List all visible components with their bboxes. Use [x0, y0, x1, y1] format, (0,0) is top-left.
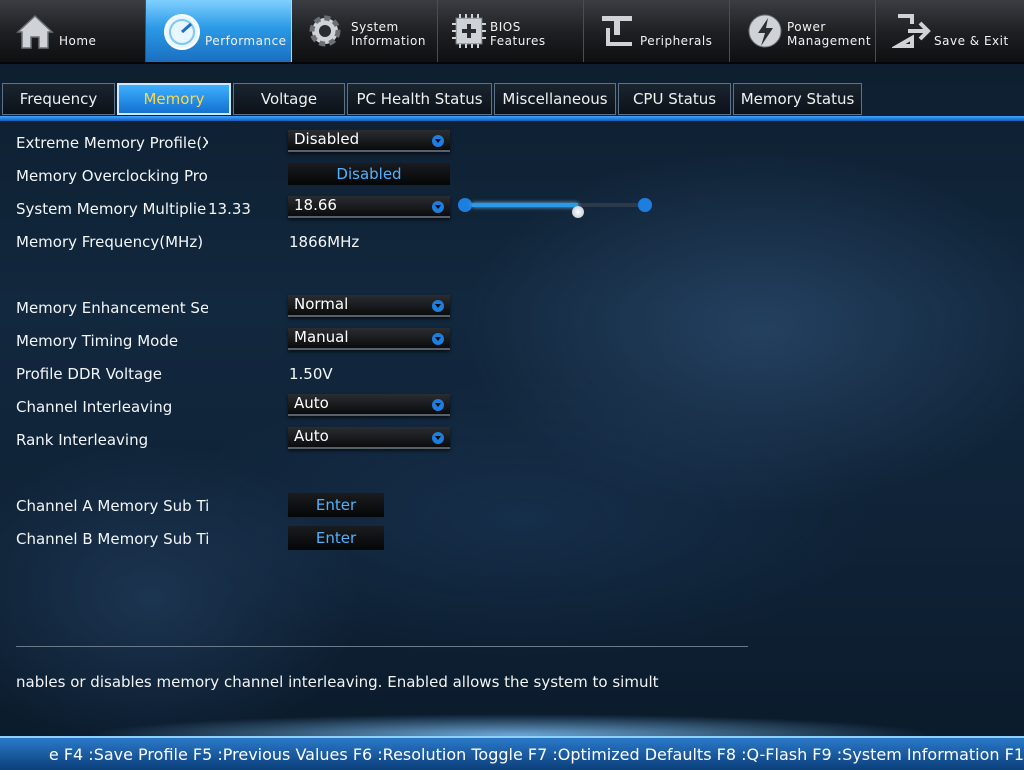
- chevron-down-icon: [432, 300, 444, 312]
- dropdown-value: Disabled: [294, 130, 360, 148]
- nav-bios-features[interactable]: BIOS Features: [438, 0, 584, 62]
- slider-track: [472, 203, 638, 218]
- setting-channel-interleaving: Channel Interleaving Auto: [0, 394, 760, 420]
- tab-voltage[interactable]: Voltage: [233, 83, 345, 115]
- dropdown-value: 18.66: [294, 196, 337, 214]
- nav-system-information-label: System Information: [351, 20, 426, 48]
- channel-b-enter-button[interactable]: Enter: [288, 526, 384, 550]
- setting-label: Memory Enhancement Se: [16, 299, 208, 317]
- power-icon: [748, 14, 782, 48]
- multiplier-dropdown[interactable]: 18.66: [288, 196, 450, 218]
- setting-channel-b: Channel B Memory Sub Ti Enter: [0, 526, 760, 552]
- gear-icon: [309, 15, 341, 47]
- tab-pc-health-status[interactable]: PC Health Status: [347, 83, 492, 115]
- setting-channel-a: Channel A Memory Sub Ti Enter: [0, 493, 760, 519]
- enhancement-dropdown[interactable]: Normal: [288, 295, 450, 317]
- setting-label: Channel B Memory Sub Ti: [16, 530, 208, 548]
- setting-label: System Memory Multiplie: [16, 200, 207, 218]
- sub-tabs: Frequency Memory Voltage PC Health Statu…: [0, 83, 864, 115]
- timing-mode-dropdown[interactable]: Manual: [288, 328, 450, 350]
- bios-chip-icon: [452, 14, 486, 48]
- channel-a-enter-button[interactable]: Enter: [288, 493, 384, 517]
- nav-power-management-label: Power Management: [787, 20, 872, 48]
- nav-performance-label: Performance: [205, 34, 287, 48]
- setting-label: Extreme Memory Profile(X: [16, 134, 208, 152]
- nav-bios-features-label: BIOS Features: [490, 20, 546, 48]
- nav-save-exit-label: Save & Exit: [934, 34, 1009, 48]
- nav-save-exit[interactable]: Save & Exit: [876, 0, 1024, 62]
- bottom-glow: [0, 700, 1024, 740]
- tab-underline: [0, 116, 1024, 121]
- nav-power-management[interactable]: Power Management: [730, 0, 876, 62]
- dropdown-value: Auto: [294, 394, 329, 412]
- setting-rank-interleaving: Rank Interleaving Auto: [0, 427, 760, 453]
- setting-value: 1.50V: [289, 365, 333, 383]
- slider-thumb[interactable]: [572, 206, 585, 218]
- xmp-dropdown[interactable]: Disabled: [288, 130, 450, 152]
- setting-value: 1866MHz: [289, 233, 360, 251]
- setting-label: Rank Interleaving: [16, 431, 149, 449]
- setting-overclock-profile: Memory Overclocking Pro Disabled: [0, 163, 760, 189]
- channel-interleaving-dropdown[interactable]: Auto: [288, 394, 450, 416]
- dropdown-value: Auto: [294, 427, 329, 445]
- nav-peripherals-label: Peripherals: [640, 34, 713, 48]
- tab-frequency[interactable]: Frequency: [2, 83, 115, 115]
- hotkey-text: e F4 :Save Profile F5 :Previous Values F…: [48, 745, 1024, 764]
- tab-memory-status[interactable]: Memory Status: [733, 83, 862, 115]
- nav-home-label: Home: [59, 34, 97, 48]
- slider-left-arrow-icon[interactable]: [458, 198, 472, 212]
- slider-fill: [472, 203, 579, 207]
- chevron-down-icon: [432, 201, 444, 213]
- slider-right-arrow-icon[interactable]: [638, 198, 652, 212]
- dropdown-value: Manual: [294, 328, 349, 346]
- hotkey-bar: e F4 :Save Profile F5 :Previous Values F…: [0, 736, 1024, 770]
- multiplier-current: 13.33: [208, 200, 251, 218]
- help-text: nables or disables memory channel interl…: [16, 673, 659, 691]
- tab-miscellaneous[interactable]: Miscellaneous: [494, 83, 616, 115]
- setting-enhancement: Memory Enhancement Se Normal: [0, 295, 760, 321]
- peripherals-icon: [602, 16, 632, 46]
- speedometer-icon: [164, 14, 200, 50]
- chevron-down-icon: [432, 333, 444, 345]
- top-navigation: Home Performance System Information BIOS…: [0, 0, 1024, 64]
- setting-xmp: Extreme Memory Profile(X Disabled: [0, 130, 760, 156]
- exit-icon: [892, 14, 931, 48]
- multiplier-slider[interactable]: [458, 196, 652, 218]
- setting-label: Memory Overclocking Pro: [16, 167, 208, 185]
- setting-ddr-voltage: Profile DDR Voltage 1.50V: [0, 361, 760, 387]
- setting-multiplier: System Memory Multiplie 13.33 18.66: [0, 196, 760, 222]
- nav-system-information[interactable]: System Information: [292, 0, 438, 62]
- setting-label: Memory Frequency(MHz): [16, 233, 204, 251]
- setting-label: Memory Timing Mode: [16, 332, 179, 350]
- nav-home[interactable]: Home: [0, 0, 146, 62]
- nav-performance[interactable]: Performance: [146, 0, 292, 62]
- setting-label: Channel Interleaving: [16, 398, 173, 416]
- setting-frequency: Memory Frequency(MHz) 1866MHz: [0, 229, 760, 255]
- overclock-profile-button[interactable]: Disabled: [288, 163, 450, 185]
- setting-label: Channel A Memory Sub Ti: [16, 497, 208, 515]
- dropdown-value: Normal: [294, 295, 349, 313]
- chevron-down-icon: [432, 135, 444, 147]
- chevron-down-icon: [432, 399, 444, 411]
- nav-peripherals[interactable]: Peripherals: [584, 0, 730, 62]
- home-icon: [16, 14, 54, 49]
- tab-memory[interactable]: Memory: [117, 83, 231, 115]
- tab-cpu-status[interactable]: CPU Status: [618, 83, 731, 115]
- help-divider: [16, 646, 748, 647]
- chevron-down-icon: [432, 432, 444, 444]
- rank-interleaving-dropdown[interactable]: Auto: [288, 427, 450, 449]
- setting-timing-mode: Memory Timing Mode Manual: [0, 328, 760, 354]
- setting-label: Profile DDR Voltage: [16, 365, 162, 383]
